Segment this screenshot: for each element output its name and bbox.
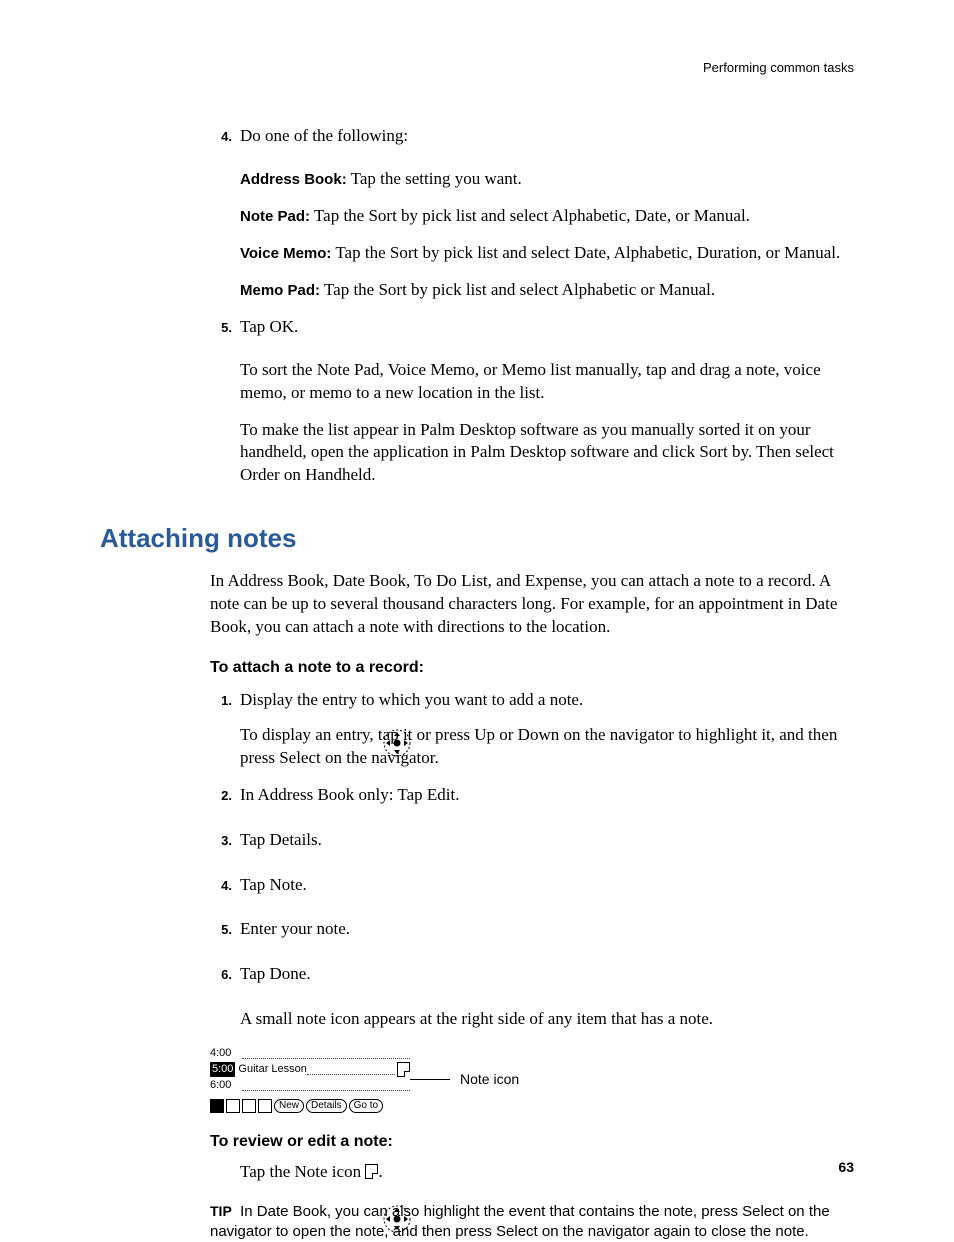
fig-toolbar-icon <box>258 1099 272 1113</box>
label-memo-pad: Memo Pad: <box>240 282 320 299</box>
navigator-icon <box>382 728 412 758</box>
subheading-review-note: To review or edit a note: <box>210 1131 854 1153</box>
text-note-pad: Tap the Sort by pick list and select Alp… <box>310 206 750 225</box>
attach-step-3: 3. Tap Details. <box>210 829 854 864</box>
fig-btn-goto: Go to <box>349 1099 383 1113</box>
step-number: 3. <box>210 829 240 864</box>
step-text: Tap Done. <box>240 963 854 986</box>
attach-step-6: 6. Tap Done. <box>210 963 854 998</box>
note-icon <box>397 1062 410 1077</box>
fig-entry-guitar: Guitar Lesson <box>238 1062 306 1077</box>
option-address-book: Address Book: Tap the setting you want. <box>240 168 854 191</box>
option-voice-memo: Voice Memo: Tap the Sort by pick list an… <box>240 242 854 265</box>
step-lead: Do one of the following: <box>240 125 854 148</box>
attach-step-5: 5. Enter your note. <box>210 918 854 953</box>
attach-step-4: 4. Tap Note. <box>210 874 854 909</box>
step-number: 6. <box>210 963 240 998</box>
step-text: Tap Note. <box>240 874 854 897</box>
step-text: Tap Details. <box>240 829 854 852</box>
label-voice-memo: Voice Memo: <box>240 245 331 262</box>
attach-result: A small note icon appears at the right s… <box>240 1008 854 1031</box>
option-memo-pad: Memo Pad: Tap the Sort by pick list and … <box>240 279 854 302</box>
step-5: 5. Tap OK. <box>210 316 854 351</box>
page-number: 63 <box>838 1159 854 1175</box>
figure-callout-label: Note icon <box>460 1070 519 1089</box>
tip-label: TIP <box>210 1203 232 1219</box>
section-intro: In Address Book, Date Book, To Do List, … <box>210 570 854 639</box>
fig-time-500: 5:00 <box>210 1062 235 1077</box>
step-number: 4. <box>210 125 240 160</box>
text-address-book: Tap the setting you want. <box>347 169 522 188</box>
step-number: 4. <box>210 874 240 909</box>
fig-toolbar-icon <box>242 1099 256 1113</box>
figure-callout-line <box>410 1079 450 1080</box>
navigator-icon <box>382 1204 412 1234</box>
text-memo-pad: Tap the Sort by pick list and select Alp… <box>320 280 715 299</box>
step-text: In Address Book only: Tap Edit. <box>240 784 854 807</box>
navigator-tip: To display an entry, tap it or press Up … <box>240 724 854 770</box>
step-number: 1. <box>210 689 240 724</box>
step-lead: Tap OK. <box>240 316 854 339</box>
step-number: 2. <box>210 784 240 819</box>
step-number: 5. <box>210 316 240 351</box>
step-4: 4. Do one of the following: <box>210 125 854 160</box>
note-icon <box>365 1164 378 1179</box>
option-note-pad: Note Pad: Tap the Sort by pick list and … <box>240 205 854 228</box>
step-number: 5. <box>210 918 240 953</box>
fig-btn-details: Details <box>306 1099 347 1113</box>
fig-toolbar-icon <box>226 1099 240 1113</box>
palm-desktop-paragraph: To make the list appear in Palm Desktop … <box>240 419 854 488</box>
attach-step-2: 2. In Address Book only: Tap Edit. <box>210 784 854 819</box>
step-text: Display the entry to which you want to a… <box>240 689 854 712</box>
running-header: Performing common tasks <box>100 60 854 75</box>
fig-btn-new: New <box>274 1099 304 1113</box>
fig-time-600: 6:00 <box>210 1078 242 1093</box>
review-text-a: Tap the Note icon <box>240 1162 365 1181</box>
subheading-attach-note: To attach a note to a record: <box>210 657 854 679</box>
text-voice-memo: Tap the Sort by pick list and select Dat… <box>331 243 840 262</box>
step-text: Enter your note. <box>240 918 854 941</box>
tip-paragraph: TIP In Date Book, you can also highlight… <box>210 1202 854 1242</box>
attach-step-1: 1. Display the entry to which you want t… <box>210 689 854 724</box>
figure-datebook-screenshot: 4:00 5:00 Guitar Lesson 6:00 <box>210 1045 854 1113</box>
tip-text: In Date Book, you can also highlight the… <box>210 1203 830 1240</box>
label-note-pad: Note Pad: <box>240 208 310 225</box>
fig-toolbar-icon <box>210 1099 224 1113</box>
review-note-text: Tap the Note icon . <box>240 1161 854 1184</box>
section-heading-attaching-notes: Attaching notes <box>100 521 854 556</box>
sort-manual-paragraph: To sort the Note Pad, Voice Memo, or Mem… <box>240 359 854 405</box>
review-text-b: . <box>378 1162 382 1181</box>
fig-time-400: 4:00 <box>210 1046 242 1061</box>
label-address-book: Address Book: <box>240 171 347 188</box>
